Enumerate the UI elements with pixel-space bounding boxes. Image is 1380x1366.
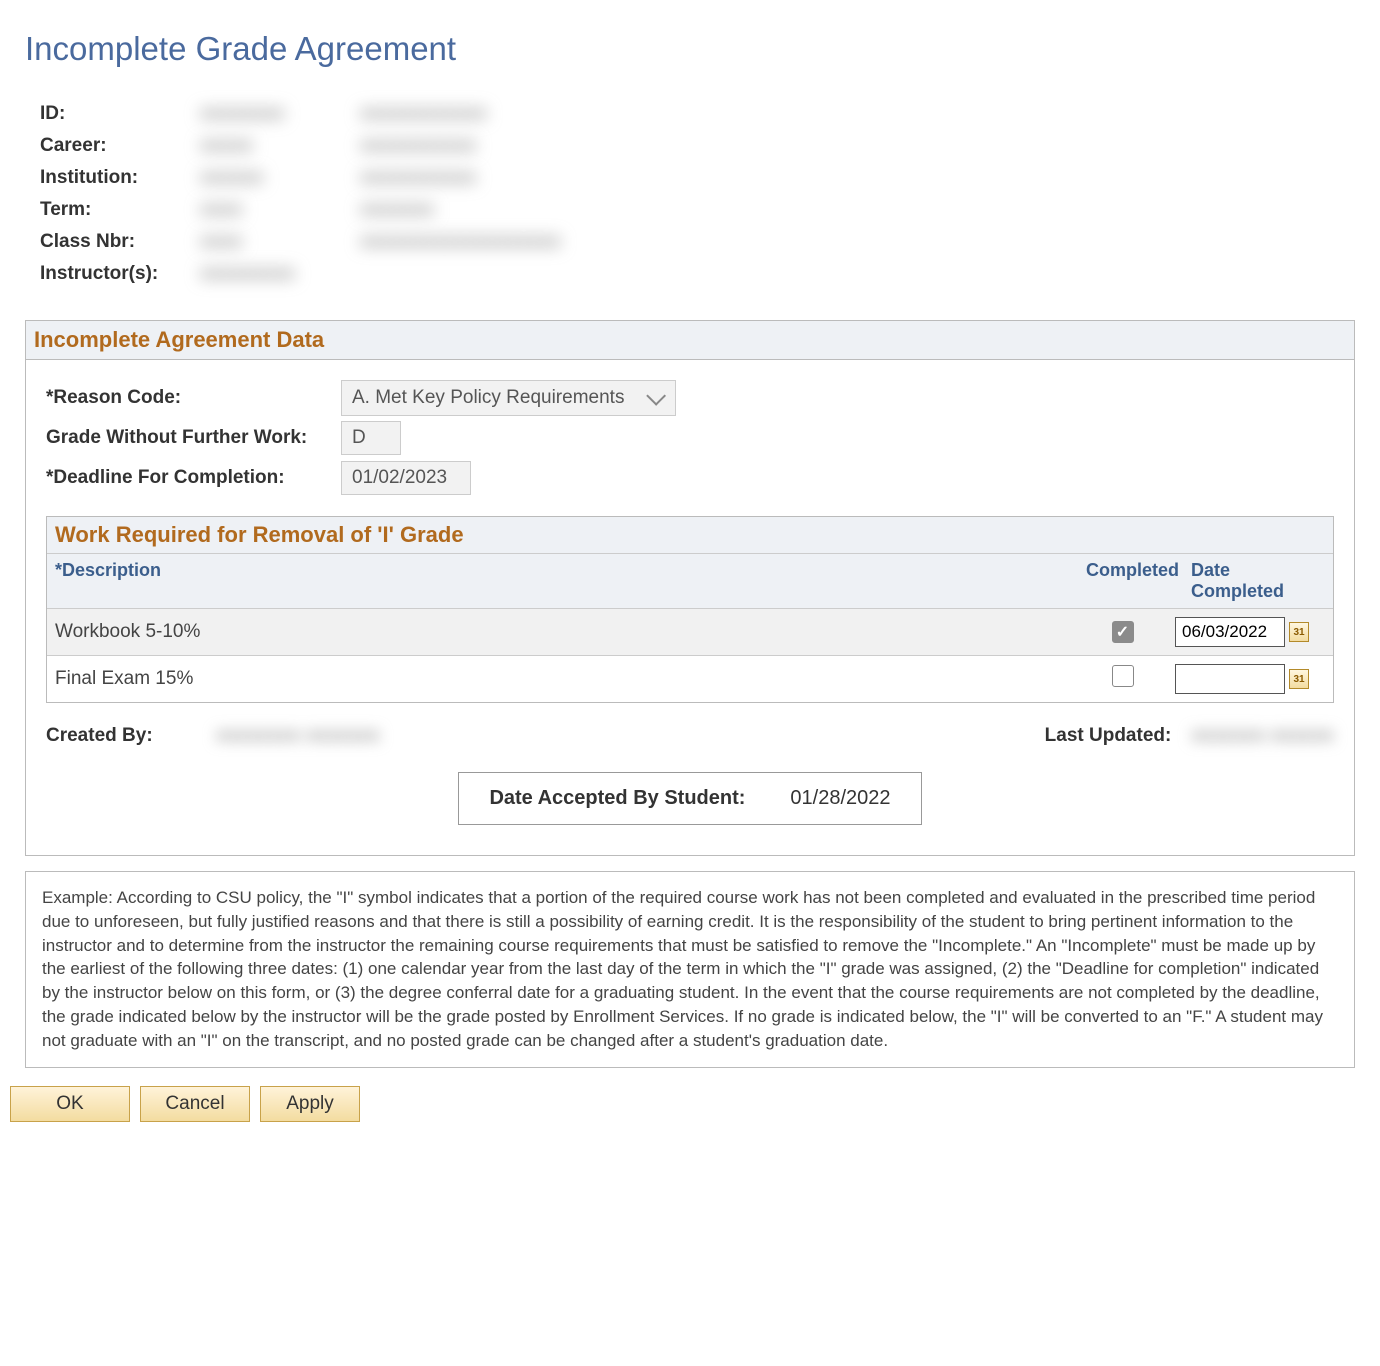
col-description: *Description [47, 554, 1078, 608]
label-career: Career: [40, 135, 200, 157]
ok-button[interactable]: OK [10, 1086, 130, 1122]
last-updated-value: xxxxxxx xxxxxx [1191, 725, 1334, 747]
chevron-down-icon [646, 386, 666, 406]
work-required-table: Work Required for Removal of 'I' Grade *… [46, 516, 1334, 703]
col-completed: Completed [1078, 554, 1183, 608]
value-career-2: xxxxxxxxxxx [360, 135, 476, 157]
apply-button[interactable]: Apply [260, 1086, 360, 1122]
completed-checkbox[interactable] [1112, 621, 1134, 643]
last-updated-label: Last Updated: [1045, 725, 1172, 747]
created-by-value: xxxxxxxx xxxxxxx [216, 725, 380, 747]
date-accepted-label: Date Accepted By Student: [489, 787, 745, 810]
deadline-label: *Deadline For Completion: [46, 467, 341, 489]
deadline-input[interactable]: 01/02/2023 [341, 461, 471, 495]
label-instructors: Instructor(s): [40, 263, 200, 285]
label-classnbr: Class Nbr: [40, 231, 200, 253]
reason-code-select[interactable]: A. Met Key Policy Requirements [341, 380, 676, 416]
cancel-button[interactable]: Cancel [140, 1086, 250, 1122]
reason-code-label: *Reason Code: [46, 387, 341, 409]
value-classnbr-1: xxxx [200, 231, 360, 253]
value-institution-1: xxxxxx [200, 167, 360, 189]
date-completed-input[interactable] [1175, 617, 1285, 647]
value-institution-2: xxxxxxxxxxx [360, 167, 476, 189]
grade-label: Grade Without Further Work: [46, 427, 341, 449]
row-desc: Workbook 5-10% [55, 621, 1070, 643]
value-classnbr-2: xxxxxxxxxxxxxxxxxxx [360, 231, 561, 253]
label-id: ID: [40, 103, 200, 125]
date-completed-input[interactable] [1175, 664, 1285, 694]
value-id-1: xxxxxxxx [200, 103, 360, 125]
table-row: Final Exam 15% 31 [47, 655, 1333, 702]
label-term: Term: [40, 199, 200, 221]
policy-text: Example: According to CSU policy, the "I… [25, 871, 1355, 1068]
calendar-icon[interactable]: 31 [1289, 669, 1309, 689]
value-id-2: xxxxxxxxxxxx [360, 103, 487, 125]
calendar-icon[interactable]: 31 [1289, 622, 1309, 642]
value-term-2: xxxxxxx [360, 199, 434, 221]
reason-code-value: A. Met Key Policy Requirements [352, 387, 624, 409]
completed-checkbox[interactable] [1112, 665, 1134, 687]
value-career-1: xxxxx [200, 135, 360, 157]
work-required-title: Work Required for Removal of 'I' Grade [55, 522, 464, 547]
value-term-1: xxxx [200, 199, 360, 221]
table-row: Workbook 5-10% 31 [47, 608, 1333, 655]
col-date-completed: Date Completed [1183, 554, 1333, 608]
row-desc: Final Exam 15% [55, 668, 1070, 690]
page-title: Incomplete Grade Agreement [25, 30, 1355, 68]
created-by-label: Created By: [46, 725, 216, 747]
date-accepted-value: 01/28/2022 [790, 787, 890, 810]
date-accepted-box: Date Accepted By Student: 01/28/2022 [458, 772, 921, 825]
label-institution: Institution: [40, 167, 200, 189]
info-grid: ID: xxxxxxxx xxxxxxxxxxxx Career: xxxxx … [40, 98, 1355, 290]
button-row: OK Cancel Apply [10, 1086, 1355, 1122]
value-instructors-1: xxxxxxxxx [200, 263, 360, 285]
grade-input[interactable]: D [341, 421, 401, 455]
agreement-title: Incomplete Agreement Data [34, 327, 324, 352]
agreement-panel: Incomplete Agreement Data *Reason Code: … [25, 320, 1355, 856]
